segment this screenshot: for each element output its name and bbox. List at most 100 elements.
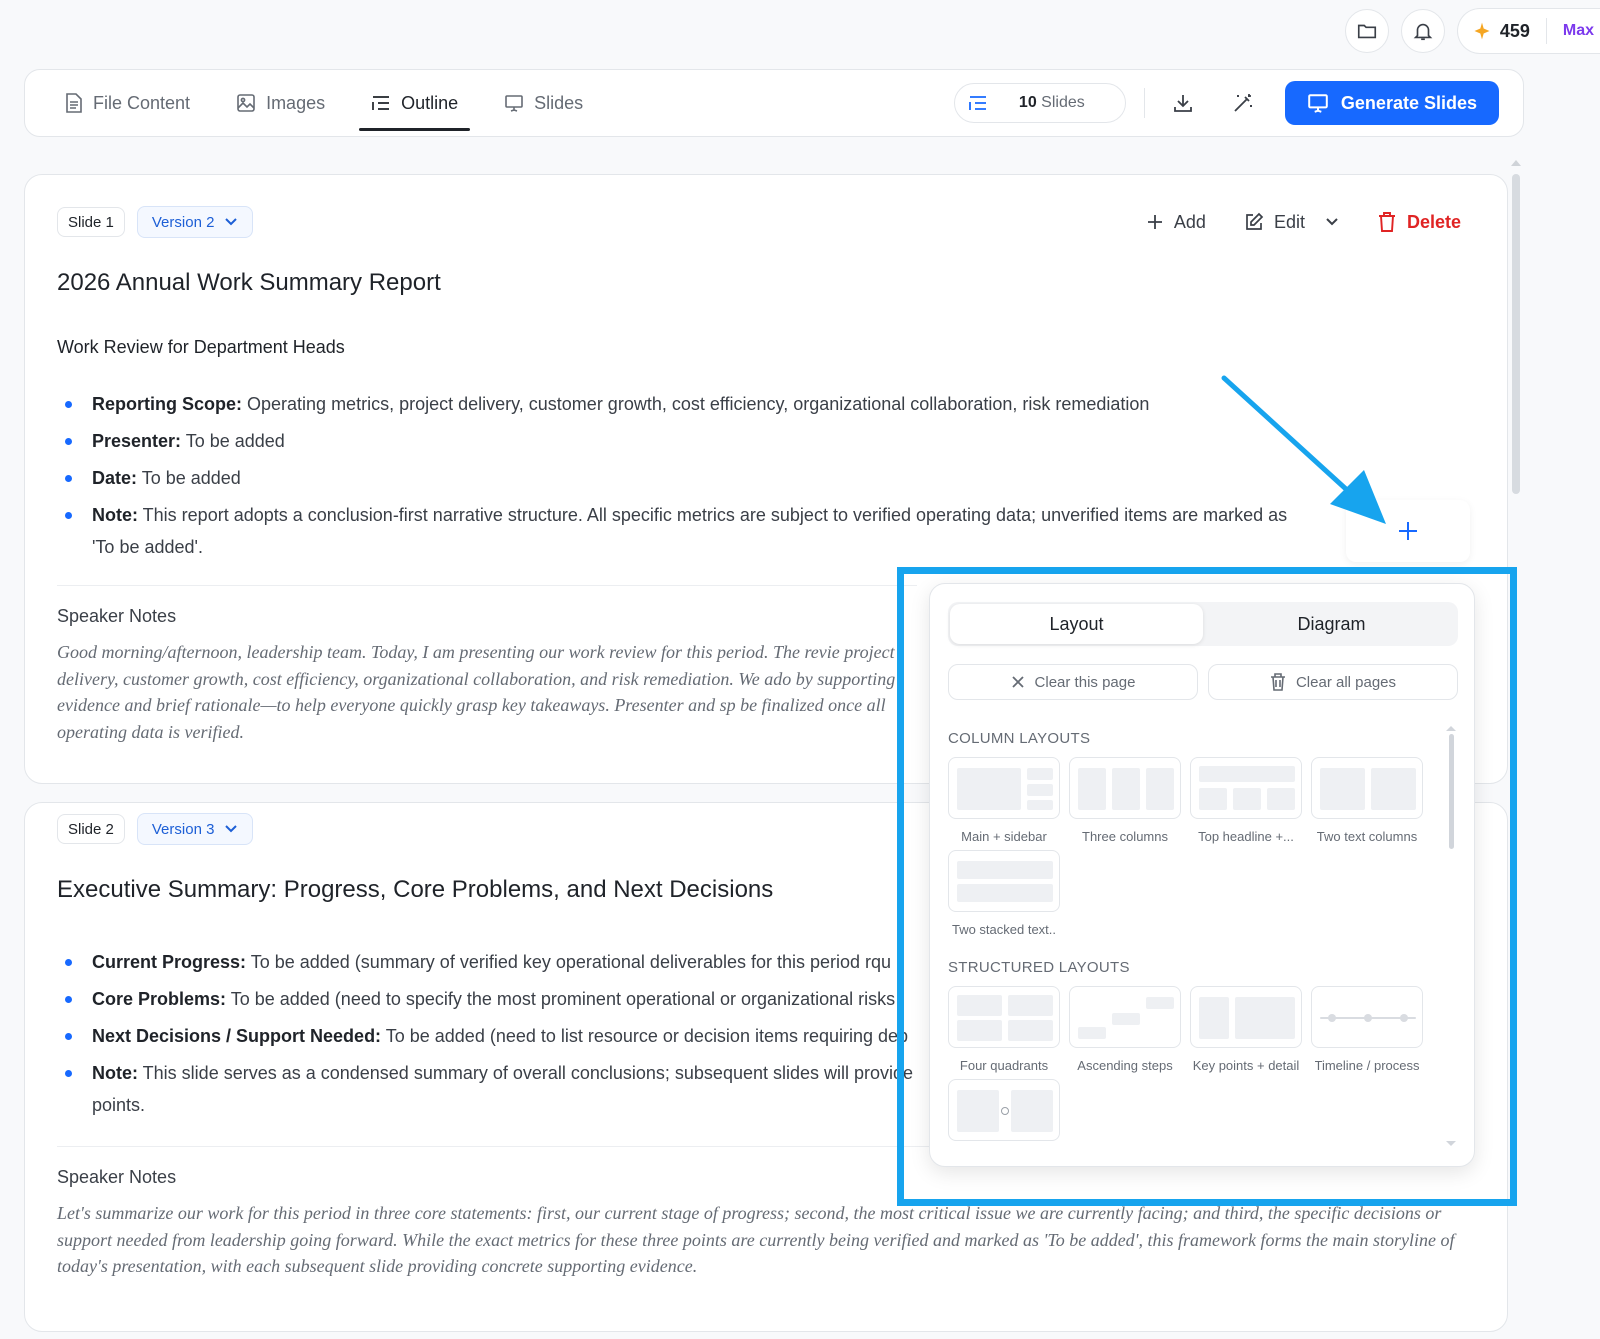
bullet-label: Note: — [92, 505, 138, 525]
layout-comparison[interactable] — [948, 1079, 1060, 1151]
list-item[interactable]: Next Decisions / Support Needed: To be a… — [57, 1020, 927, 1052]
add-button[interactable]: Add — [1146, 212, 1206, 233]
clear-all-label: Clear all pages — [1295, 673, 1397, 691]
slide-chip: Slide 1 — [57, 207, 125, 237]
layout-three-columns[interactable]: Three columns — [1069, 757, 1181, 844]
tab-label: File Content — [93, 92, 191, 113]
version-label: Version 3 — [151, 820, 215, 838]
outline-icon — [372, 96, 390, 110]
layout-thumbnail — [948, 1079, 1060, 1141]
tab-label: Images — [266, 92, 326, 113]
layout-thumbnail — [1190, 757, 1302, 819]
trash-icon — [1378, 212, 1395, 232]
layout-label: Three columns — [1082, 829, 1168, 844]
edit-button[interactable]: Edit — [1244, 212, 1339, 233]
bullet-text: To be added — [181, 431, 285, 451]
layout-thumbnail — [948, 986, 1060, 1048]
folder-button[interactable] — [1344, 9, 1389, 53]
layout-two-text-columns[interactable]: Two text columns — [1311, 757, 1423, 844]
layout-main-sidebar[interactable]: Main + sidebar — [948, 757, 1060, 844]
slides-count-selector[interactable]: 10 Slides — [953, 83, 1126, 123]
clear-all-button[interactable]: Clear all pages — [1208, 664, 1458, 700]
clear-row: Clear this page Clear all pages — [948, 664, 1458, 700]
slides-count-unit: Slides — [1041, 94, 1085, 111]
list-icon — [969, 96, 986, 110]
layout-thumbnail — [1190, 986, 1302, 1048]
list-item[interactable]: Note: This slide serves as a condensed s… — [57, 1057, 927, 1126]
popover-scrollbar[interactable] — [1449, 734, 1454, 849]
notification-button[interactable] — [1400, 9, 1445, 53]
plan-label[interactable]: Max — [1563, 22, 1600, 40]
delete-label: Delete — [1406, 211, 1461, 232]
tab-label: Outline — [401, 92, 459, 113]
tab-images[interactable]: Images — [232, 69, 329, 137]
folder-icon — [1357, 24, 1376, 39]
download-icon — [1174, 95, 1192, 112]
popover-scroll-up-arrow[interactable] — [1446, 726, 1456, 731]
structured-layouts-grid: Four quadrants Ascending steps Key point… — [948, 986, 1458, 1151]
layout-thumbnail — [1069, 757, 1181, 819]
bell-icon — [1413, 23, 1433, 41]
tab-diagram[interactable]: Diagram — [1205, 602, 1458, 646]
magic-wand-icon — [1234, 94, 1252, 112]
layout-label: Two stacked text.. — [951, 922, 1057, 937]
clear-page-button[interactable]: Clear this page — [948, 664, 1198, 700]
chevron-down-icon — [225, 825, 238, 833]
slide-subtitle[interactable]: Work Review for Department Heads — [57, 337, 1475, 358]
version-dropdown[interactable]: Version 3 — [136, 813, 254, 845]
version-dropdown[interactable]: Version 2 — [136, 206, 254, 238]
presentation-icon — [1308, 94, 1328, 113]
page-scrollbar[interactable] — [1512, 174, 1520, 494]
bullet-text: This slide serves as a condensed summary… — [92, 1063, 914, 1115]
layout-four-quadrants[interactable]: Four quadrants — [948, 986, 1060, 1073]
generate-slides-button[interactable]: Generate Slides — [1284, 81, 1499, 125]
edit-label: Edit — [1273, 211, 1305, 232]
layout-label: Ascending steps — [1077, 1058, 1173, 1073]
layout-label: Two text columns — [1316, 829, 1418, 844]
tab-outline[interactable]: Outline — [359, 69, 471, 137]
layout-ascending-steps[interactable]: Ascending steps — [1069, 986, 1181, 1073]
divider — [57, 585, 917, 586]
bullet-text: To be added (need to list resource or de… — [381, 1026, 909, 1046]
clear-page-label: Clear this page — [1034, 673, 1136, 691]
list-item[interactable]: Current Progress: To be added (summary o… — [57, 946, 927, 978]
version-label: Version 2 — [151, 213, 215, 231]
delete-button[interactable]: Delete — [1377, 211, 1461, 233]
layout-thumbnail — [948, 757, 1060, 819]
page-scroll-up-arrow[interactable] — [1511, 160, 1521, 166]
bullet-text: To be added (need to specify the most pr… — [226, 989, 896, 1009]
tab-file-content[interactable]: File Content — [61, 69, 194, 137]
bullet-text: To be added — [137, 468, 241, 488]
edit-icon — [1246, 212, 1264, 230]
top-right-bar: 459 Max — [1344, 8, 1600, 54]
layout-label: Key points + detail — [1192, 1058, 1300, 1073]
plus-icon — [1147, 215, 1162, 229]
speaker-notes[interactable]: Good morning/afternoon, leadership team.… — [57, 639, 907, 745]
tab-slides[interactable]: Slides — [500, 69, 587, 137]
layout-label: Main + sidebar — [961, 829, 1047, 844]
layout-label: Timeline / process — [1314, 1058, 1420, 1073]
magic-button[interactable] — [1221, 81, 1265, 125]
list-item[interactable]: Core Problems: To be added (need to spec… — [57, 983, 927, 1015]
bullet-text: Operating metrics, project delivery, cus… — [242, 394, 1150, 414]
layout-two-stacked-text[interactable]: Two stacked text.. — [948, 850, 1060, 937]
close-icon — [1011, 676, 1024, 688]
chevron-down-icon — [225, 218, 238, 226]
tab-layout[interactable]: Layout — [950, 604, 1203, 644]
add-label: Add — [1173, 211, 1206, 232]
file-icon — [66, 93, 82, 113]
layout-top-headline[interactable]: Top headline +... — [1190, 757, 1302, 844]
slide-title[interactable]: 2026 Annual Work Summary Report — [57, 269, 1475, 297]
credits-badge[interactable]: 459 Max — [1456, 8, 1600, 54]
speaker-notes[interactable]: Let's summarize our work for this period… — [57, 1200, 1467, 1280]
column-layouts-heading: COLUMN LAYOUTS — [948, 730, 1091, 747]
layout-key-points-detail[interactable]: Key points + detail — [1190, 986, 1302, 1073]
sparkle-icon — [1474, 22, 1490, 40]
download-button[interactable] — [1161, 81, 1205, 125]
layout-timeline-process[interactable]: Timeline / process — [1311, 986, 1423, 1073]
generate-slides-label: Generate Slides — [1340, 92, 1477, 113]
bullet-label: Note: — [92, 1063, 138, 1083]
credits-count: 459 — [1499, 20, 1530, 41]
layout-thumbnail — [1311, 757, 1423, 819]
popover-scroll-down-arrow[interactable] — [1446, 1141, 1456, 1146]
